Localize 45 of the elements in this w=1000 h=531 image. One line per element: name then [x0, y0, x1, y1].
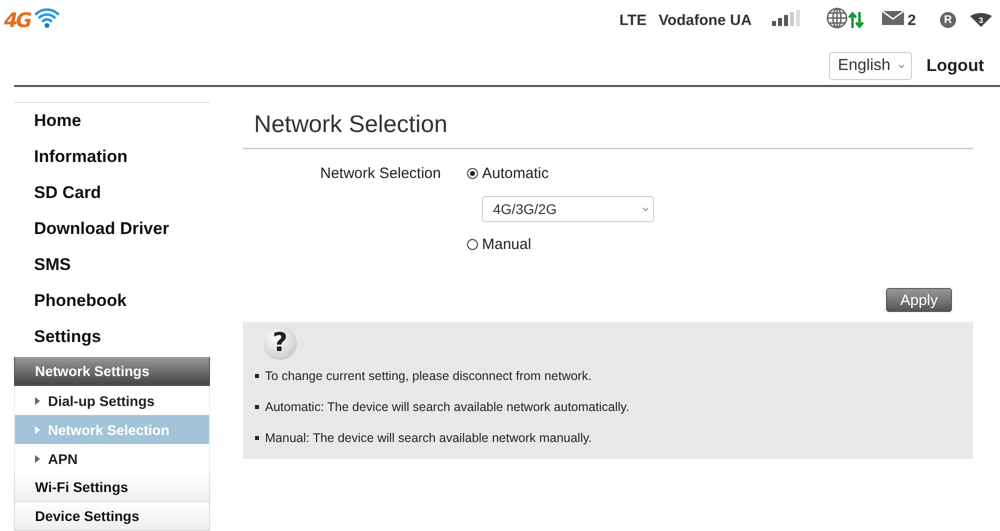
nav-section[interactable]: Device Settings [14, 502, 210, 531]
nav-subitem[interactable]: APN [14, 444, 210, 473]
triangle-icon [35, 396, 40, 404]
radio-option[interactable]: Manual [467, 236, 973, 253]
apply-button[interactable]: Apply [886, 288, 952, 312]
message-count: 2 [908, 12, 916, 28]
globe-icon [826, 6, 848, 28]
nav-item[interactable]: SD Card [14, 175, 210, 211]
signal-icon [772, 10, 802, 26]
wifi-icon [34, 6, 60, 28]
brand-logo: 4G [4, 8, 30, 32]
nav-item[interactable]: Phonebook [14, 283, 210, 319]
data-transfer-icon [848, 10, 864, 28]
page-title: Network Selection [254, 111, 448, 140]
nav-item[interactable]: SMS [14, 247, 210, 283]
nav-item[interactable]: Settings [14, 319, 210, 355]
caret-icon [898, 64, 906, 68]
nav-item[interactable]: Download Driver [14, 211, 210, 247]
radio-option[interactable]: Automatic [467, 165, 973, 182]
logout-link[interactable]: Logout [926, 56, 984, 76]
language-select[interactable]: English [828, 52, 912, 80]
wifi-clients-badge: 3 [970, 13, 992, 27]
help-text: To change current setting, please disconnect from network. [265, 368, 592, 382]
roaming-badge: R [940, 12, 956, 28]
nav-subitem[interactable]: Dial-up Settings [14, 386, 210, 415]
network-type: LTE [619, 12, 647, 28]
mail-icon [882, 10, 904, 24]
triangle-icon [35, 454, 40, 462]
bullet-icon [255, 374, 259, 378]
caret-icon [642, 206, 649, 212]
nav-section[interactable]: Wi-Fi Settings [14, 473, 210, 502]
triangle-icon [35, 426, 40, 434]
radio-button[interactable] [467, 168, 478, 179]
nav-item[interactable]: Information [14, 139, 210, 175]
help-icon: ? [263, 326, 297, 360]
mode-select[interactable]: 4G/3G/2G [482, 196, 654, 222]
nav-item[interactable]: Home [14, 103, 210, 139]
help-text: Automatic: The device will search available network automatically. [265, 400, 630, 414]
nav-section[interactable]: Network Settings [14, 357, 210, 386]
bullet-icon [255, 404, 259, 408]
help-text: Manual: The device will search available network manually. [265, 430, 592, 444]
field-label: Network Selection [319, 165, 442, 182]
radio-button[interactable] [467, 239, 478, 250]
operator-name: Vodafone UA [658, 12, 752, 28]
bullet-icon [255, 436, 259, 440]
